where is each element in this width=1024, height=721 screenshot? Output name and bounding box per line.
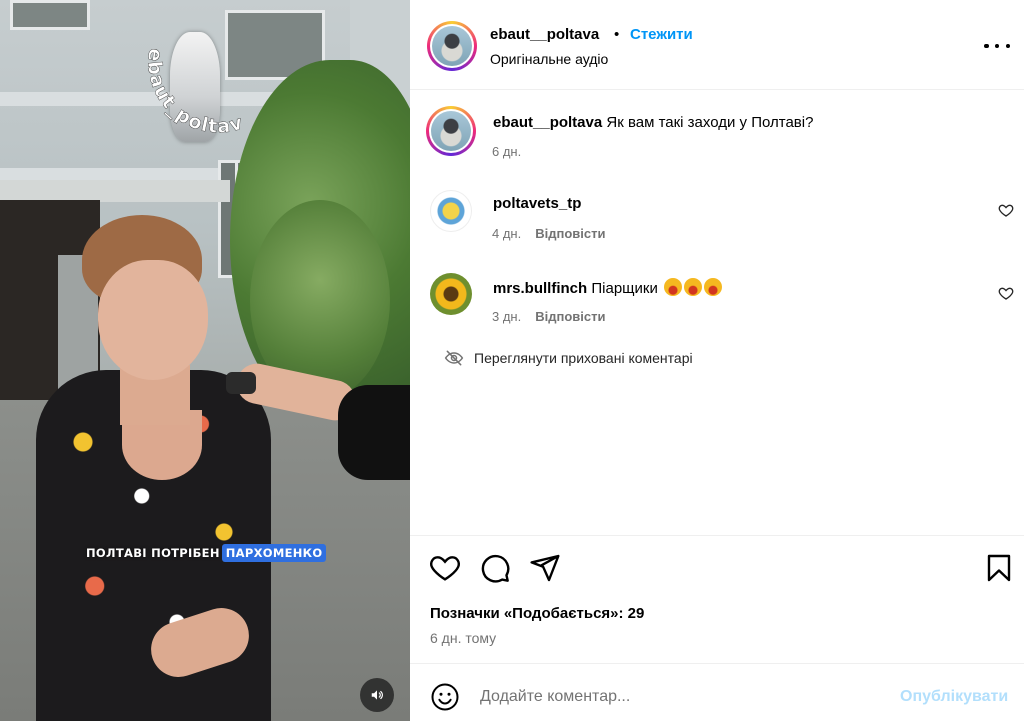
- original-audio-link[interactable]: Оригінальне аудіо: [490, 51, 608, 67]
- heart-icon[interactable]: [998, 285, 1014, 301]
- laughing-emoji-icon: [704, 278, 722, 296]
- comment-bubble-icon[interactable]: [479, 552, 511, 584]
- emoji-smiley-icon[interactable]: [430, 682, 460, 712]
- comment-meta: 4 дн. Відповісти: [492, 226, 605, 241]
- author-avatar[interactable]: [426, 106, 476, 156]
- comment-username[interactable]: ebaut__poltava: [493, 114, 602, 131]
- more-options-icon[interactable]: [984, 36, 1010, 56]
- comment-username[interactable]: poltavets_tp: [493, 195, 581, 212]
- bookmark-icon[interactable]: [983, 552, 1015, 584]
- author-avatar[interactable]: [427, 21, 477, 71]
- comment-line: poltavets_tp: [493, 195, 581, 212]
- like-heart-icon[interactable]: [429, 552, 461, 584]
- add-comment-bar: Опублікувати: [410, 663, 1024, 721]
- post-actions: Позначки «Подобається»: 29 6 дн. тому: [410, 535, 1024, 663]
- mute-button[interactable]: [360, 678, 394, 712]
- caption-highlight: ПАРХОМЕНКО: [221, 544, 327, 562]
- avatar-image: [431, 111, 471, 151]
- comment-meta: 3 дн. Відповісти: [492, 309, 605, 324]
- laughing-emoji-icon: [684, 278, 702, 296]
- comment-input[interactable]: [480, 684, 880, 710]
- microphone: [226, 372, 256, 394]
- watermark-text: ebaut_poltava: [128, 8, 245, 138]
- post-timestamp[interactable]: 6 дн. тому: [430, 630, 496, 646]
- reel-video[interactable]: ebaut_poltava ПОЛТАВІ ПОТРІБЕН ПАРХОМЕНК…: [0, 0, 410, 721]
- hidden-comments-label: Переглянути приховані коментарі: [474, 350, 693, 366]
- comments-list: ebaut__poltava Як вам такі заходи у Полт…: [410, 90, 1024, 535]
- comment-time[interactable]: 4 дн.: [492, 226, 521, 241]
- separator-dot: •: [614, 26, 620, 43]
- follow-button[interactable]: Стежити: [630, 26, 693, 43]
- eye-off-icon: [444, 350, 464, 366]
- entrance-canopy: [0, 180, 230, 202]
- building-window: [10, 0, 90, 30]
- watermark-logo: ebaut_poltava: [128, 8, 246, 138]
- interviewee: [30, 215, 310, 721]
- comment-meta: 6 дн.: [492, 144, 521, 159]
- speaker-icon: [371, 690, 383, 700]
- commenter-avatar[interactable]: [430, 190, 472, 232]
- interviewer-sleeve: [338, 385, 410, 480]
- comment-text: Як вам такі заходи у Полтаві?: [606, 114, 814, 131]
- post-header: ebaut__poltava • Стежити Оригінальне ауд…: [410, 0, 1024, 90]
- view-hidden-comments[interactable]: Переглянути приховані коментарі: [444, 348, 693, 368]
- post-panel: ebaut__poltava • Стежити Оригінальне ауд…: [410, 0, 1024, 721]
- author-username[interactable]: ebaut__poltava: [490, 26, 599, 43]
- laughing-emoji-icon: [664, 278, 682, 296]
- comment-time[interactable]: 6 дн.: [492, 144, 521, 159]
- reply-button[interactable]: Відповісти: [535, 309, 605, 324]
- reply-button[interactable]: Відповісти: [535, 226, 605, 241]
- video-caption: ПОЛТАВІ ПОТРІБЕН ПАРХОМЕНКО: [86, 544, 327, 562]
- avatar-image: [432, 26, 472, 66]
- interviewee-face: [98, 260, 208, 380]
- heart-icon[interactable]: [998, 202, 1014, 218]
- share-send-icon[interactable]: [529, 552, 561, 584]
- comment-username[interactable]: mrs.bullfinch: [493, 280, 587, 297]
- publish-button[interactable]: Опублікувати: [900, 688, 1008, 706]
- caption-text: ПОЛТАВІ ПОТРІБЕН: [86, 546, 220, 560]
- comment-text: Піарщики: [591, 280, 658, 297]
- comment-time[interactable]: 3 дн.: [492, 309, 521, 324]
- comment-line: mrs.bullfinch Піарщики: [493, 278, 722, 297]
- likes-count[interactable]: Позначки «Подобається»: 29: [430, 605, 644, 622]
- caption-line: ebaut__poltava Як вам такі заходи у Полт…: [493, 114, 813, 131]
- svg-text:ebaut_poltava: ebaut_poltava: [128, 8, 246, 138]
- commenter-avatar[interactable]: [430, 273, 472, 315]
